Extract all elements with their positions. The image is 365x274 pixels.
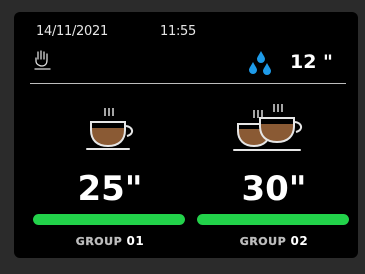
group-2-number: 02 [290, 234, 309, 248]
time-display: 11:55 [160, 24, 196, 39]
double-cup-icon[interactable] [230, 100, 320, 156]
group-1-label[interactable]: GROUP 01 [50, 234, 170, 248]
group-1-progress-bar [33, 214, 185, 225]
group-2-label[interactable]: GROUP 02 [214, 234, 334, 248]
machine-display: 14/11/2021 11:55 12 " 25" 30" GROUP 01 G… [14, 12, 358, 258]
header-divider [30, 83, 346, 84]
group-1-shot-time: 25" [77, 169, 143, 209]
date-display: 14/11/2021 [36, 24, 108, 39]
group-2-progress-bar [197, 214, 349, 225]
steam-icon[interactable] [32, 49, 54, 71]
water-drops-icon [249, 51, 271, 75]
single-cup-icon[interactable] [81, 104, 141, 156]
group-2-progress-fill [197, 214, 349, 225]
group-2-word: GROUP [239, 235, 287, 248]
water-timer-value: 12 " [290, 51, 333, 73]
group-1-progress-fill [33, 214, 185, 225]
group-1-word: GROUP [75, 235, 123, 248]
group-2-shot-time: 30" [241, 169, 307, 209]
group-1-number: 01 [126, 234, 145, 248]
